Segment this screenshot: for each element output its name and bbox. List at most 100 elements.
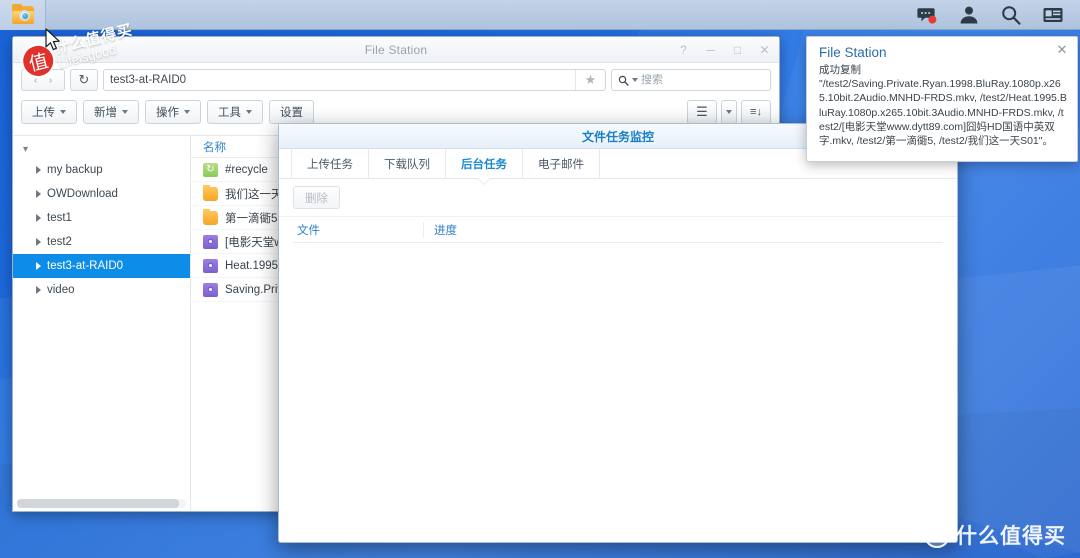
search-dropdown-icon[interactable]: [631, 78, 638, 82]
sidebar-horizontal-scrollbar[interactable]: [17, 499, 186, 508]
tab-label: 下载队列: [384, 158, 430, 171]
upload-button[interactable]: 上传: [21, 100, 77, 124]
sidebar-item-test2[interactable]: test2: [13, 230, 190, 254]
notifications-icon[interactable]: [916, 4, 938, 26]
widgets-icon[interactable]: [1042, 4, 1064, 26]
window-controls: ? ─ □ ✕: [677, 37, 771, 63]
recycle-bin-icon: [203, 162, 218, 177]
folder-icon: [203, 184, 218, 201]
file-station-titlebar[interactable]: File Station ? ─ □ ✕: [13, 37, 779, 63]
action-button[interactable]: 操作: [145, 100, 201, 124]
task-grid-header: 文件 进度: [293, 217, 943, 243]
notification-status: 成功复制: [819, 64, 861, 76]
file-station-title: File Station: [364, 42, 428, 57]
help-button[interactable]: ?: [677, 43, 690, 57]
path-value: test3-at-RAID0: [110, 74, 187, 86]
tab-email[interactable]: 电子邮件: [523, 149, 600, 178]
create-button[interactable]: 新增: [83, 100, 139, 124]
column-header-progress[interactable]: 进度: [423, 221, 943, 238]
tab-label: 电子邮件: [538, 158, 584, 171]
video-file-icon: [203, 258, 218, 273]
sidebar-item-label: test2: [47, 236, 72, 248]
path-bar[interactable]: test3-at-RAID0 ★: [103, 69, 606, 91]
chevron-down-icon: [60, 110, 66, 114]
notification-body: "/test2/Saving.Private.Ryan.1998.BluRay.…: [819, 78, 1067, 147]
notification-popup: File Station ✕ 成功复制 "/test2/Saving.Priva…: [806, 36, 1078, 162]
back-icon[interactable]: ‹: [34, 75, 37, 86]
taskbar-system-icons: [916, 4, 1080, 26]
search-box[interactable]: [611, 69, 771, 91]
chevron-down-icon: [122, 110, 128, 114]
search-input[interactable]: [640, 74, 764, 86]
chevron-right-icon[interactable]: [36, 214, 41, 222]
tab-label: 后台任务: [461, 158, 507, 171]
tools-button-label: 工具: [218, 107, 241, 119]
chevron-down-icon: [246, 110, 252, 114]
sidebar-item-label: OWDownload: [47, 188, 118, 200]
tree-root-toggle[interactable]: ▾: [13, 141, 190, 158]
refresh-icon: ↻: [78, 72, 90, 87]
folder-tree: ▾ my backup OWDownload test1 test2 test3…: [13, 136, 190, 302]
sidebar-item-test3-at-raid0[interactable]: test3-at-RAID0: [13, 254, 190, 278]
search-icon[interactable]: [1000, 4, 1022, 26]
sidebar-item-owdownload[interactable]: OWDownload: [13, 182, 190, 206]
settings-button-label: 设置: [280, 107, 303, 119]
tab-label: 上传任务: [307, 158, 353, 171]
refresh-button[interactable]: ↻: [70, 69, 98, 91]
sidebar-item-video[interactable]: video: [13, 278, 190, 302]
user-icon[interactable]: [958, 4, 980, 26]
sidebar-item-label: video: [47, 284, 75, 296]
sidebar-item-my-backup[interactable]: my backup: [13, 158, 190, 182]
back-forward-buttons[interactable]: ‹ ›: [21, 69, 65, 91]
favorite-star-icon[interactable]: ★: [575, 70, 605, 90]
minimize-button[interactable]: ─: [704, 43, 717, 57]
file-station-folder-icon: [11, 3, 34, 24]
chevron-right-icon[interactable]: [36, 286, 41, 294]
notification-title: File Station: [819, 45, 887, 60]
sidebar-item-test1[interactable]: test1: [13, 206, 190, 230]
action-button-label: 操作: [156, 107, 179, 119]
folder-icon: [203, 208, 218, 225]
settings-button[interactable]: 设置: [269, 100, 314, 124]
upload-button-label: 上传: [32, 107, 55, 119]
chevron-down-icon: [726, 110, 732, 114]
list-view-button[interactable]: ☰: [687, 100, 717, 124]
video-file-icon: [203, 234, 218, 249]
chevron-down-icon: [184, 110, 190, 114]
file-station-toolbar: 上传 新增 操作 工具 设置 ☰ ≡↓: [13, 93, 779, 127]
file-station-sidebar: ▾ my backup OWDownload test1 test2 test3…: [13, 136, 191, 511]
column-header-file[interactable]: 文件: [293, 222, 423, 238]
tools-button[interactable]: 工具: [207, 100, 263, 124]
close-icon[interactable]: ✕: [1055, 42, 1069, 57]
sort-button[interactable]: ≡↓: [741, 100, 771, 124]
dialog-title: 文件任务监控: [581, 129, 654, 144]
file-name: 第一滴衚5: [225, 212, 278, 225]
sidebar-item-label: my backup: [47, 164, 103, 176]
desktop-taskbar: [0, 0, 1080, 30]
chevron-right-icon[interactable]: [36, 262, 41, 270]
file-name: #recycle: [225, 163, 268, 176]
view-dropdown-button[interactable]: [721, 100, 737, 124]
tab-download-queue[interactable]: 下载队列: [369, 149, 446, 178]
delete-button[interactable]: 删除: [293, 186, 340, 209]
sidebar-item-label: test1: [47, 212, 72, 224]
dialog-toolbar: 删除: [279, 179, 957, 217]
sort-icon: ≡↓: [750, 106, 762, 118]
task-grid-body: [293, 244, 943, 536]
create-button-label: 新增: [94, 107, 117, 119]
chevron-right-icon[interactable]: [36, 166, 41, 174]
file-task-monitor-dialog: 文件任务监控 上传任务 下载队列 后台任务 电子邮件 删除 文件 进度: [278, 123, 958, 543]
list-view-icon: ☰: [696, 104, 708, 119]
scrollbar-thumb[interactable]: [17, 499, 180, 508]
video-file-icon: [203, 282, 218, 297]
taskbar-file-station-icon[interactable]: [0, 0, 46, 30]
view-controls: ☰ ≡↓: [687, 100, 771, 124]
maximize-button[interactable]: □: [731, 43, 744, 57]
tab-background-tasks[interactable]: 后台任务: [446, 149, 523, 178]
forward-icon[interactable]: ›: [49, 75, 52, 86]
column-header-name[interactable]: 名称: [203, 139, 226, 155]
chevron-right-icon[interactable]: [36, 238, 41, 246]
tab-upload-tasks[interactable]: 上传任务: [291, 149, 369, 178]
close-button[interactable]: ✕: [758, 43, 771, 57]
chevron-right-icon[interactable]: [36, 190, 41, 198]
